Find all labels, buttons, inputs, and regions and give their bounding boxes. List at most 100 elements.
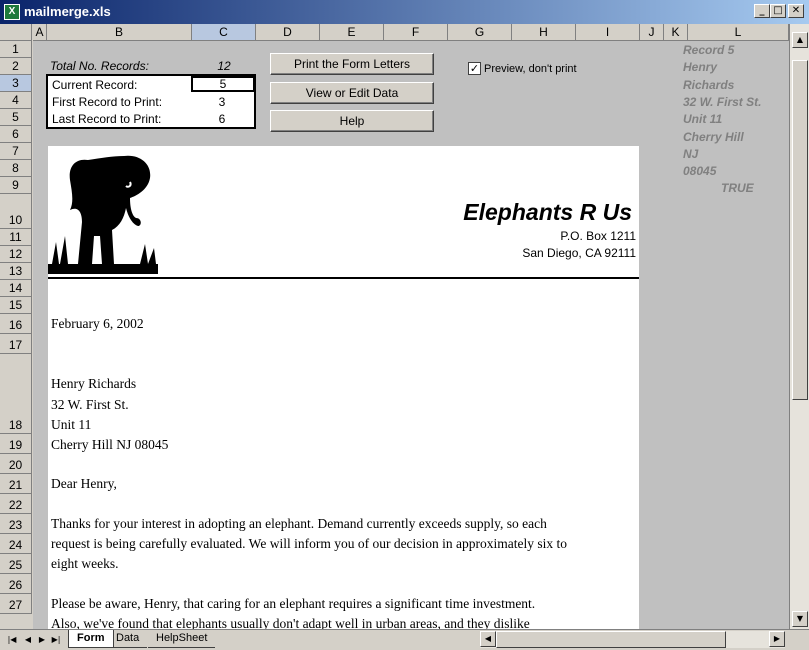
close-icon[interactable]: ✕ (788, 4, 804, 18)
row-header[interactable]: 16 (0, 314, 32, 334)
row-header[interactable]: 24 (0, 534, 32, 554)
record-unit: Unit 11 (683, 112, 723, 126)
column-header[interactable]: D (256, 24, 320, 41)
vertical-scrollbar[interactable]: ▲ ▼ (789, 24, 809, 629)
recipient-unit: Unit 11 (51, 417, 92, 432)
title-bar: X mailmerge.xls _ □ ✕ (0, 0, 809, 24)
row-header[interactable]: 27 (0, 594, 32, 614)
row-header[interactable]: 21 (0, 474, 32, 494)
record-city: Cherry Hill (683, 130, 744, 144)
checkbox-check-icon[interactable]: ✓ (468, 62, 481, 75)
row-header[interactable]: 6 (0, 126, 32, 143)
paragraph-line: Thanks for your interest in adopting an … (51, 516, 547, 531)
row-header[interactable]: 10 (0, 194, 32, 229)
row-header[interactable]: 1 (0, 41, 32, 58)
last-record-value[interactable]: 6 (192, 112, 252, 126)
scroll-down-icon[interactable]: ▼ (792, 611, 808, 627)
row-header[interactable]: 25 (0, 554, 32, 574)
view-edit-data-button[interactable]: View or Edit Data (270, 82, 434, 104)
column-header[interactable]: G (448, 24, 512, 41)
column-header[interactable]: F (384, 24, 448, 41)
last-sheet-icon[interactable]: ▶| (50, 633, 62, 647)
preview-checkbox[interactable]: ✓ Preview, don't print (468, 62, 577, 75)
row-header[interactable]: 4 (0, 92, 32, 109)
prev-sheet-icon[interactable]: ◀ (22, 633, 34, 647)
total-records-value: 12 (217, 59, 231, 73)
recipient-city: Cherry Hill NJ 08045 (51, 437, 169, 452)
row-header[interactable]: 26 (0, 574, 32, 594)
row-header[interactable]: 18 (0, 354, 32, 434)
elephant-logo-icon (48, 155, 158, 274)
record-number: Record 5 (683, 43, 735, 57)
next-sheet-icon[interactable]: ▶ (36, 633, 48, 647)
row-header[interactable]: 2 (0, 58, 32, 75)
paragraph-line: Also, we've found that elephants usually… (51, 616, 530, 629)
row-header[interactable]: 12 (0, 246, 32, 263)
row-header[interactable]: 7 (0, 143, 32, 160)
minimize-icon[interactable]: _ (754, 4, 770, 18)
record-first-name: Henry (683, 60, 718, 74)
row-header[interactable]: 14 (0, 280, 32, 297)
current-record-cell[interactable]: 5 (191, 76, 255, 92)
row-header[interactable]: 20 (0, 454, 32, 474)
letter-greeting: Dear Henry, (51, 476, 117, 491)
company-po-box: P.O. Box 1211 (560, 229, 636, 243)
sheet-tab-bar: |◀ ◀ ▶ ▶| Form Data HelpSheet ◀ ▶ (0, 629, 809, 650)
row-header[interactable]: 23 (0, 514, 32, 534)
horizontal-scrollbar[interactable]: ◀ ▶ (480, 631, 785, 648)
record-state: NJ (683, 147, 699, 161)
current-record-value: 5 (219, 77, 227, 91)
record-zip: 08045 (683, 164, 717, 178)
column-headers: ABCDEFGHIJKL (0, 24, 789, 41)
scroll-up-icon[interactable]: ▲ (792, 32, 808, 48)
maximize-icon[interactable]: □ (770, 4, 786, 18)
scroll-left-icon[interactable]: ◀ (480, 631, 496, 647)
row-header[interactable]: 13 (0, 263, 32, 280)
record-last-name: Richards (683, 78, 735, 92)
print-form-letters-button[interactable]: Print the Form Letters (270, 53, 434, 75)
paragraph-line: Please be aware, Henry, that caring for … (51, 596, 536, 611)
column-header[interactable]: K (664, 24, 688, 41)
paragraph-line: eight weeks. (51, 556, 119, 571)
select-all-corner[interactable] (0, 24, 32, 41)
row-header[interactable]: 3 (0, 75, 32, 92)
horizontal-scroll-thumb[interactable] (496, 631, 726, 648)
row-header[interactable]: 15 (0, 297, 32, 314)
row-header[interactable]: 5 (0, 109, 32, 126)
tab-form[interactable]: Form (68, 630, 114, 648)
record-flag: TRUE (721, 181, 754, 195)
column-header[interactable]: J (640, 24, 664, 41)
row-header[interactable]: 11 (0, 229, 32, 246)
column-header[interactable]: A (33, 24, 47, 41)
row-header[interactable]: 22 (0, 494, 32, 514)
row-header[interactable]: 9 (0, 177, 32, 194)
scroll-right-icon[interactable]: ▶ (769, 631, 785, 647)
row-header[interactable]: 19 (0, 434, 32, 454)
excel-app-icon[interactable]: X (4, 4, 20, 20)
first-sheet-icon[interactable]: |◀ (6, 633, 18, 647)
preview-checkbox-label: Preview, don't print (484, 62, 577, 75)
tab-data[interactable]: Data (108, 630, 148, 648)
column-header[interactable]: H (512, 24, 576, 41)
window-title: mailmerge.xls (24, 4, 111, 19)
first-record-value[interactable]: 3 (192, 95, 252, 109)
column-header[interactable]: I (576, 24, 640, 41)
help-button[interactable]: Help (270, 110, 434, 132)
letter-date: February 6, 2002 (51, 316, 144, 331)
record-street: 32 W. First St. (683, 95, 762, 109)
column-header[interactable]: E (320, 24, 384, 41)
paragraph-line: request is being carefully evaluated. We… (51, 536, 568, 551)
current-record-label: Current Record: (52, 78, 138, 92)
row-header[interactable]: 17 (0, 334, 32, 354)
vertical-scroll-thumb[interactable] (792, 60, 808, 400)
worksheet[interactable]: Total No. Records: 12 Current Record: Fi… (33, 41, 789, 629)
column-header[interactable]: C (192, 24, 256, 41)
column-header[interactable]: B (47, 24, 192, 41)
tab-helpsheet[interactable]: HelpSheet (148, 630, 216, 648)
row-header[interactable]: 8 (0, 160, 32, 177)
column-header[interactable]: L (688, 24, 789, 41)
form-letter: Elephants R Us P.O. Box 1211 San Diego, … (48, 146, 639, 629)
recipient-street: 32 W. First St. (51, 397, 129, 412)
first-record-label: First Record to Print: (52, 95, 163, 109)
company-name: Elephants R Us (463, 199, 632, 225)
